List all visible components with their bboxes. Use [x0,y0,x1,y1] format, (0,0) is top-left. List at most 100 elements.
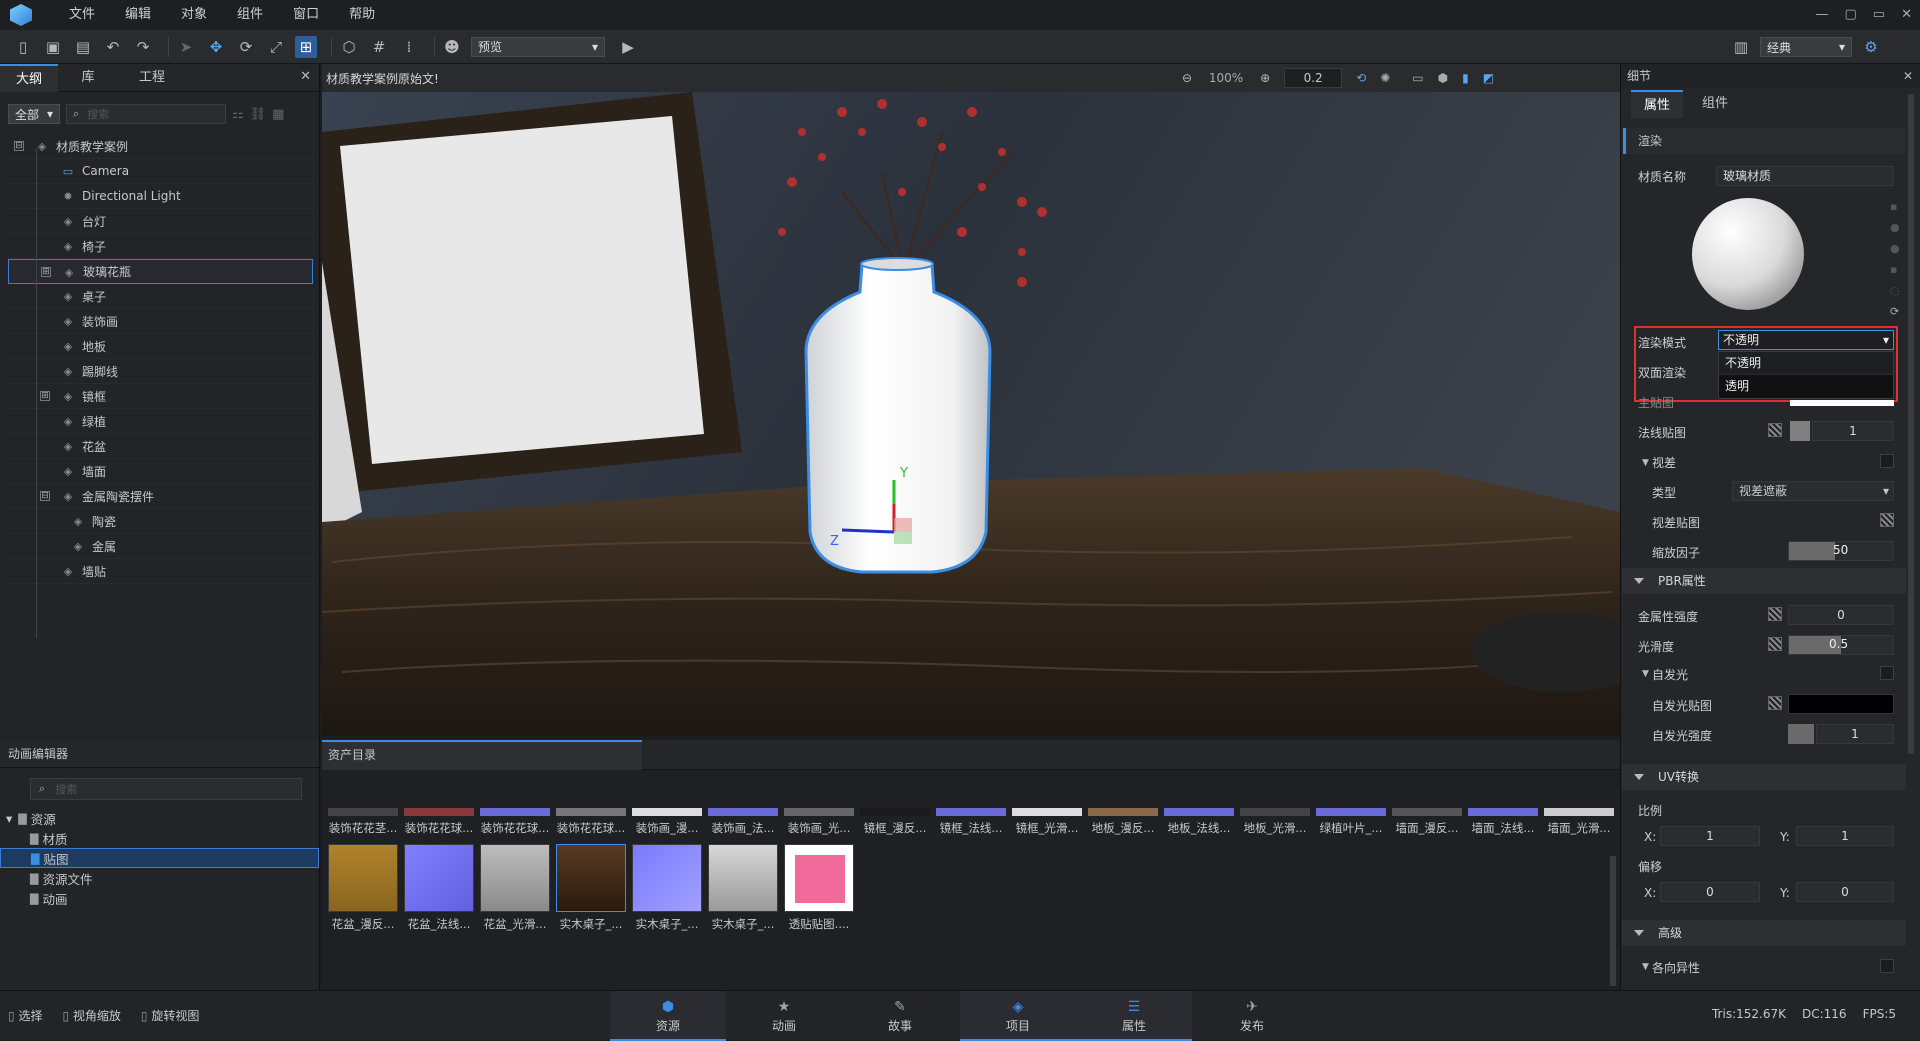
emission-map-icon[interactable] [1768,696,1782,710]
normal-map-swatch[interactable] [1790,421,1810,441]
asset-thumbnail[interactable] [1240,808,1310,816]
asset-thumbnail[interactable] [1316,808,1386,816]
menu-help[interactable]: 帮助 [334,0,390,30]
asset-thumbnail[interactable] [404,844,474,912]
anisotropy-checkbox[interactable] [1880,959,1894,973]
asset-thumbnail[interactable] [1012,808,1082,816]
nav-publish[interactable]: ✈ 发布 [1194,991,1310,1041]
asset-catalog-tab[interactable]: 资产目录 [322,740,642,770]
avatar-icon[interactable]: ☻ [441,36,463,58]
outline-item[interactable]: ◈ 地板 [8,334,313,359]
transform-tool-icon[interactable]: ⊞ [295,35,317,58]
gizmo-plane-handle[interactable] [894,518,912,532]
undo-icon[interactable]: ↶ [102,36,124,58]
light-icon[interactable]: ✺ [1380,71,1390,85]
outline-item[interactable]: ◈ 墙贴 [8,559,313,584]
outline-item[interactable]: ◈ 绿植 [8,409,313,434]
tab-properties[interactable]: 属性 [1631,90,1683,118]
nav-animation[interactable]: ★ 动画 [726,991,842,1041]
filter-icon[interactable]: ⚏ [232,107,244,122]
uv-section-header[interactable]: UV转换 [1622,764,1906,790]
tab-library[interactable]: 库 [60,64,116,92]
save-icon[interactable]: ▣ [42,36,64,58]
preview-select[interactable]: 预览 ▾ [471,36,605,57]
save-all-icon[interactable]: ▤ [72,36,94,58]
layout-icon[interactable]: ▥ [1730,36,1752,58]
metallic-map-icon[interactable] [1768,607,1782,621]
play-icon[interactable]: ▶ [617,36,639,58]
parallax-expand-icon[interactable]: ▼ [1642,458,1649,468]
outline-item[interactable]: ⊟ ◈ 材质教学案例 [8,134,313,159]
asset-thumbnail[interactable] [1468,808,1538,816]
outline-item[interactable]: ◈ 踢脚线 [8,359,313,384]
component-icon[interactable]: ⬡ [338,36,360,58]
menu-object[interactable]: 对象 [166,0,222,30]
rotate-tool-icon[interactable]: ⟳ [235,36,257,58]
asset-scrollbar[interactable] [1610,856,1616,986]
anisotropy-expand-icon[interactable]: ▼ [1642,962,1649,972]
asset-thumbnail[interactable] [556,808,626,816]
metallic-field[interactable]: 0 [1788,605,1894,625]
asset-tree-item[interactable]: ▇ 材质 [0,828,319,848]
asset-thumbnail[interactable] [1544,808,1614,816]
scale-tool-icon[interactable]: ⤢ [265,36,287,58]
asset-thumbnail[interactable] [480,844,550,912]
asset-thumbnail[interactable] [860,808,930,816]
asset-thumbnail[interactable] [404,808,474,816]
camera-icon[interactable]: ▭ [1412,71,1423,85]
cube-icon[interactable]: ⬢ [1438,71,1448,85]
menu-window[interactable]: 窗口 [278,0,334,30]
preview-plane-icon[interactable]: ▪ [1890,263,1900,276]
pbr-section-header[interactable]: PBR属性 [1622,568,1906,594]
filter-select[interactable]: 全部 ▾ [8,104,60,124]
asset-thumbnail[interactable] [632,844,702,912]
emission-expand-icon[interactable]: ▼ [1642,669,1649,679]
outline-item[interactable]: ⊞ ◈ 镜框 [8,384,313,409]
outline-item[interactable]: ⊞ ◈ 玻璃花瓶 [8,259,313,284]
asset-thumbnail[interactable] [556,844,626,912]
advanced-section-header[interactable]: 高级 [1622,920,1906,946]
expand-toggle-icon[interactable]: ⊟ [14,141,24,151]
expand-toggle-icon[interactable]: ⊟ [40,491,50,501]
snap-step-field[interactable]: 0.2 [1284,68,1343,88]
nav-story[interactable]: ✎ 故事 [842,991,958,1041]
close-icon[interactable]: ✕ [1903,64,1913,88]
outline-item[interactable]: ◈ 墙面 [8,459,313,484]
render-mode-select[interactable]: 不透明 ▾ [1718,330,1894,350]
smoothness-slider[interactable]: 0.5 [1788,635,1894,655]
display-mode-icon[interactable]: ▮ [1462,71,1469,85]
asset-thumbnail[interactable] [632,808,702,816]
asset-tree-item[interactable]: ▇ 资源文件 [0,868,319,888]
asset-thumbnail[interactable] [936,808,1006,816]
grid-icon[interactable]: # [368,36,390,58]
asset-thumbnail[interactable] [784,808,854,816]
uv-offset-y-field[interactable]: 0 [1796,882,1894,902]
preview-cylinder-icon[interactable]: ● [1890,242,1900,255]
material-name-field[interactable]: 玻璃材质 [1716,166,1894,186]
render-section-header[interactable]: 渲染 [1623,128,1905,154]
layout-select[interactable]: 经典 ▾ [1760,37,1852,57]
outline-item[interactable]: ◈ 桌子 [8,284,313,309]
new-file-icon[interactable]: ▯ [12,36,34,58]
normal-map-icon[interactable] [1768,423,1782,437]
emission-strength-swatch[interactable] [1788,724,1814,744]
menu-component[interactable]: 组件 [222,0,278,30]
tab-components[interactable]: 组件 [1685,90,1745,118]
redo-icon[interactable]: ↷ [132,36,154,58]
outline-item[interactable]: ◈ 装饰画 [8,309,313,334]
expand-toggle-icon[interactable]: ⊞ [41,267,51,277]
scene-viewport[interactable]: Y Z [322,92,1620,736]
details-scrollbar[interactable] [1908,94,1914,754]
asset-thumbnail[interactable] [784,844,854,912]
emission-checkbox[interactable] [1880,666,1894,680]
outline-item[interactable]: ✹ Directional Light [8,184,313,209]
asset-tree-item[interactable]: ▇ 贴图 [0,848,319,868]
close-window-button[interactable]: ✕ [1901,0,1912,30]
dots-grid-icon[interactable]: ⁞ [398,36,420,58]
uv-scale-y-field[interactable]: 1 [1796,826,1894,846]
gizmo-plane-handle[interactable] [894,532,912,544]
scale-factor-slider[interactable]: 50 [1788,541,1894,561]
move-tool-icon[interactable]: ✥ [205,36,227,58]
select-tool-icon[interactable]: ➤ [175,36,197,58]
outline-item[interactable]: ◈ 金属 [8,534,313,559]
